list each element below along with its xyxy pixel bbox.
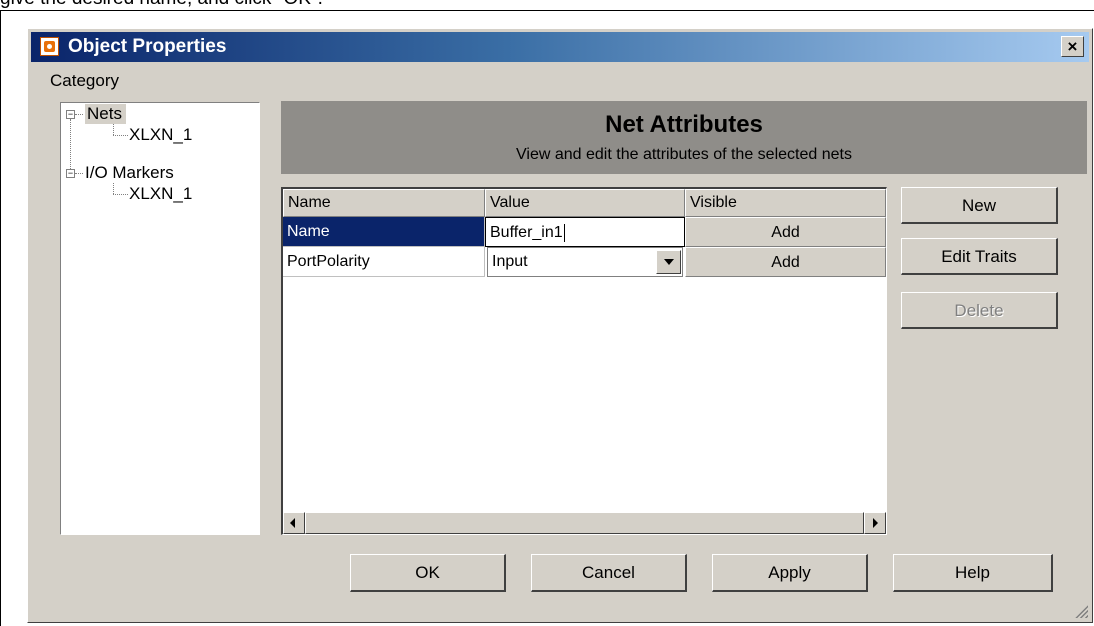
net-attributes-header: Net Attributes View and edit the attribu… bbox=[281, 101, 1087, 174]
column-header-value[interactable]: Value bbox=[485, 189, 685, 217]
scroll-right-icon[interactable] bbox=[864, 512, 886, 534]
row-name-cell[interactable]: Name bbox=[283, 217, 485, 247]
panel-title: Net Attributes bbox=[605, 111, 763, 138]
value-edit-field[interactable]: Buffer_in1 bbox=[485, 217, 685, 247]
column-header-name[interactable]: Name bbox=[283, 189, 485, 217]
app-icon bbox=[40, 37, 59, 56]
scroll-left-icon[interactable] bbox=[283, 512, 305, 534]
tree-item-nets-xlxn-1[interactable]: XLXN_1 bbox=[129, 125, 192, 145]
collapse-icon[interactable]: − bbox=[66, 169, 75, 178]
delete-button[interactable]: Delete bbox=[901, 292, 1058, 329]
table-row: PortPolarity Input Add bbox=[283, 247, 886, 277]
window-title: Object Properties bbox=[68, 36, 227, 57]
close-button[interactable]: × bbox=[1061, 36, 1084, 57]
chevron-down-icon[interactable] bbox=[656, 250, 681, 274]
tree-item-nets[interactable]: Nets bbox=[85, 104, 126, 124]
resize-grip-icon[interactable] bbox=[1072, 602, 1088, 618]
tree-item-io-markers[interactable]: I/O Markers bbox=[85, 163, 174, 183]
panel-subtitle: View and edit the attributes of the sele… bbox=[516, 146, 852, 163]
visible-add-button[interactable]: Add bbox=[685, 217, 886, 247]
port-polarity-dropdown[interactable]: Input bbox=[487, 247, 683, 277]
tree-item-io-markers-xlxn-1[interactable]: XLXN_1 bbox=[129, 184, 192, 204]
scroll-thumb[interactable] bbox=[305, 512, 864, 534]
edit-traits-button[interactable]: Edit Traits bbox=[901, 238, 1058, 275]
dropdown-value: Input bbox=[492, 253, 528, 270]
cancel-button[interactable]: Cancel bbox=[531, 554, 687, 592]
ok-button[interactable]: OK bbox=[350, 554, 506, 592]
grid-header: Name Value Visible bbox=[283, 189, 886, 217]
document-caption: give the desired name, and click "OK". bbox=[0, 0, 323, 10]
collapse-icon[interactable]: − bbox=[66, 110, 75, 119]
new-button[interactable]: New bbox=[901, 187, 1058, 224]
help-button[interactable]: Help bbox=[893, 554, 1053, 592]
category-tree[interactable]: − Nets XLXN_1 − I/O Markers XLXN_1 bbox=[60, 102, 260, 535]
table-row: Name Buffer_in1 Add bbox=[283, 217, 886, 247]
title-bar[interactable]: Object Properties × bbox=[31, 32, 1089, 62]
horizontal-scrollbar[interactable] bbox=[283, 512, 886, 534]
column-header-visible[interactable]: Visible bbox=[685, 189, 886, 217]
visible-add-button[interactable]: Add bbox=[685, 247, 886, 277]
text-caret bbox=[563, 223, 565, 242]
category-label: Category bbox=[50, 71, 119, 90]
value-text: Buffer_in1 bbox=[490, 224, 563, 241]
object-properties-dialog: Object Properties × Category − Nets XLXN… bbox=[27, 28, 1093, 623]
row-name-cell[interactable]: PortPolarity bbox=[283, 247, 485, 277]
apply-button[interactable]: Apply bbox=[712, 554, 868, 592]
attributes-grid[interactable]: Name Value Visible Name Buffer_in1 Add P… bbox=[281, 187, 887, 535]
